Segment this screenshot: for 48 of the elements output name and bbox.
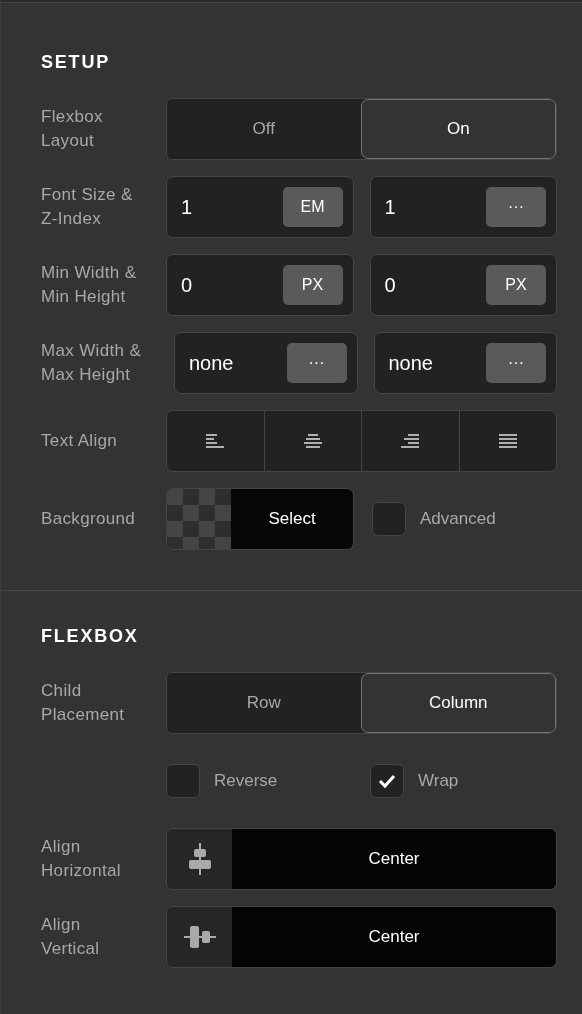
checkbox[interactable] [166, 764, 200, 798]
input-field[interactable]: 0 PX [369, 254, 557, 316]
field-value: none [388, 351, 434, 376]
align-center-icon [303, 434, 322, 448]
unit-button[interactable]: EM [282, 187, 343, 227]
field-label: Background [41, 508, 137, 530]
checkmark-icon [377, 772, 397, 790]
field-label: Text Align [41, 430, 119, 452]
align-left-icon [206, 434, 225, 448]
field-value: 1 [384, 195, 397, 220]
input-field[interactable]: 1 EM [166, 176, 354, 238]
segment-tab[interactable]: On [360, 99, 556, 159]
transparency-swatch-icon [167, 489, 231, 549]
align-right-icon [401, 434, 420, 448]
field-label: Flexbox Layout [41, 106, 104, 152]
unit-button[interactable]: ··· [486, 187, 546, 227]
checkbox-label: Advanced [420, 508, 496, 531]
field-value: 0 [181, 273, 194, 298]
justify-icon [498, 434, 517, 448]
unit-button[interactable]: PX [486, 265, 546, 305]
input-field[interactable]: 0 PX [166, 254, 354, 316]
segment-tab[interactable]: Column [360, 673, 556, 733]
checkbox-label: Reverse [214, 770, 278, 793]
input-field[interactable]: none ··· [373, 332, 557, 394]
unit-button[interactable]: ··· [286, 343, 347, 383]
align-select[interactable]: Center [166, 828, 557, 890]
field-label: Align Vertical [41, 914, 101, 960]
align-horizontal-center-icon [188, 843, 211, 875]
checkbox[interactable] [372, 502, 406, 536]
field-label: Align Horizontal [41, 836, 122, 882]
unit-button[interactable]: ··· [486, 343, 546, 383]
align-vertical-center-icon [183, 926, 216, 948]
field-label: Font Size & Z-Index [41, 184, 134, 230]
unit-button[interactable]: PX [282, 265, 343, 305]
field-label: Child Placement [41, 680, 126, 726]
field-label: Max Width & Max Height [41, 340, 143, 386]
field-value: 1 [181, 195, 194, 220]
input-field[interactable]: none ··· [174, 332, 358, 394]
align-select[interactable]: Center [166, 906, 557, 968]
section-heading: SETUP [41, 51, 111, 74]
section-heading: FLEXBOX [41, 625, 140, 648]
field-label: Min Width & Min Height [41, 262, 138, 308]
input-field[interactable]: 1 ··· [369, 176, 557, 238]
field-value: 0 [384, 273, 397, 298]
checkbox-label: Wrap [418, 770, 459, 793]
background-select-button[interactable]: Select [166, 488, 354, 550]
field-value: none [189, 351, 235, 376]
checkbox[interactable] [370, 764, 404, 798]
